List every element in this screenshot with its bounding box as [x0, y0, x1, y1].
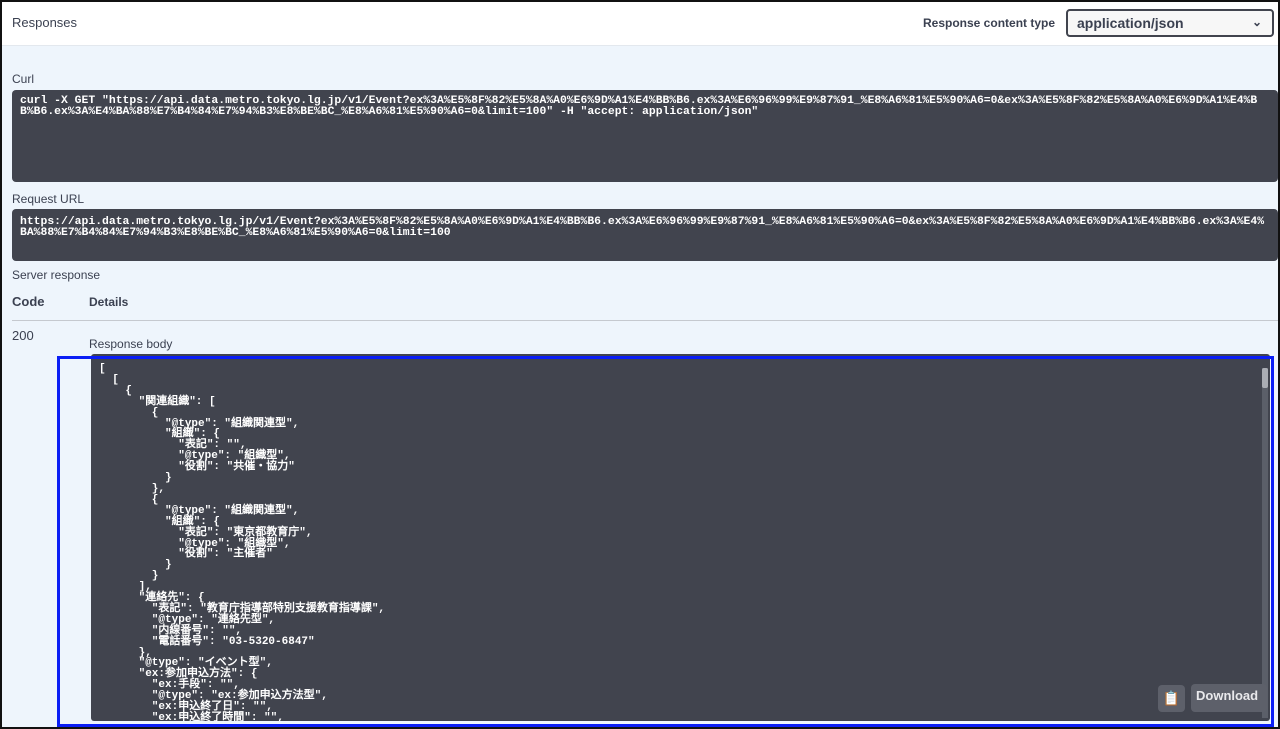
- server-response-label: Server response: [12, 268, 101, 282]
- response-code: 200: [12, 328, 34, 343]
- response-body-scrollbar[interactable]: [1262, 368, 1268, 718]
- content-type-value: application/json: [1077, 15, 1184, 31]
- response-body-label: Response body: [89, 337, 173, 351]
- request-url-label: Request URL: [12, 192, 85, 206]
- response-table-header: Code Details: [12, 294, 1278, 321]
- response-body[interactable]: [ [ { "関連組織": [ { "@type": "組織関連型", "組織"…: [91, 354, 1270, 721]
- code-column-header: Code: [12, 294, 45, 309]
- details-column-header: Details: [89, 295, 129, 309]
- curl-label: Curl: [12, 72, 35, 86]
- chevron-down-icon: ⌄: [1251, 15, 1262, 29]
- request-url[interactable]: https://api.data.metro.tokyo.lg.jp/v1/Ev…: [12, 209, 1278, 261]
- responses-title: Responses: [12, 15, 78, 30]
- content-type-select[interactable]: application/json ⌄: [1066, 9, 1274, 37]
- content-type-label: Response content type: [923, 16, 1056, 30]
- response-body-json: [ [ { "関連組織": [ { "@type": "組織関連型", "組織"…: [99, 363, 386, 721]
- responses-panel: Responses Response content type applicat…: [0, 0, 1280, 729]
- copy-to-clipboard-button[interactable]: 📋: [1158, 685, 1185, 712]
- curl-command[interactable]: curl -X GET "https://api.data.metro.toky…: [12, 90, 1278, 182]
- responses-header: Responses Response content type applicat…: [2, 2, 1278, 46]
- clipboard-icon: 📋: [1162, 690, 1181, 706]
- scrollbar-thumb[interactable]: [1262, 368, 1268, 388]
- download-button[interactable]: Download: [1191, 684, 1267, 712]
